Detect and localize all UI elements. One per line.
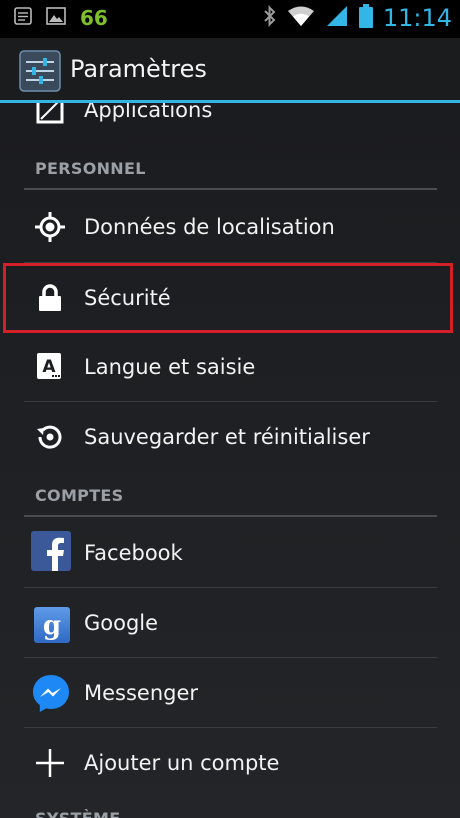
battery-icon [358, 4, 373, 32]
notification-badge: 66 [80, 6, 108, 30]
section-header-comptes: COMPTES [35, 486, 124, 505]
list-item-facebook[interactable]: Facebook [0, 518, 460, 588]
section-header-personnel: PERSONNEL [35, 159, 146, 178]
apps-icon [30, 103, 70, 130]
section-divider [24, 515, 437, 517]
list-item-label: Sauvegarder et réinitialiser [84, 425, 370, 449]
list-item-messenger[interactable]: Messenger [0, 658, 460, 728]
list-item-location[interactable]: Données de localisation [0, 192, 460, 262]
list-item-backup-reset[interactable]: Sauvegarder et réinitialiser [0, 402, 460, 472]
list-item-label: Google [84, 611, 159, 635]
bluetooth-icon [263, 4, 277, 32]
list-item-label: Données de localisation [84, 215, 335, 239]
facebook-icon [31, 531, 71, 571]
list-item-label: Applications [84, 103, 213, 122]
google-icon: g [32, 605, 72, 645]
settings-list[interactable]: Applications PERSONNEL Données de locali… [0, 103, 460, 818]
list-item-language[interactable]: A Langue et saisie [0, 332, 460, 402]
highlight-box [3, 263, 453, 333]
clock: 11:14 [382, 4, 452, 32]
list-item-label: Messenger [84, 681, 199, 705]
settings-app-icon[interactable] [19, 50, 61, 92]
list-item-add-account[interactable]: Ajouter un compte [0, 728, 460, 798]
list-item-google[interactable]: g Google [0, 588, 460, 658]
svg-text:g: g [43, 611, 61, 641]
backup-restore-icon [30, 417, 70, 457]
notification-icon [14, 6, 32, 30]
keyboard-language-icon: A [30, 347, 70, 387]
wifi-icon [287, 5, 315, 31]
status-bar: 66 11:14 [0, 0, 460, 38]
plus-icon [30, 743, 70, 783]
messenger-icon [31, 673, 71, 713]
list-item-label: Ajouter un compte [84, 751, 280, 775]
list-item-label: Facebook [84, 541, 183, 565]
list-item-applications[interactable]: Applications [0, 103, 460, 145]
signal-icon [325, 4, 349, 32]
section-divider [24, 188, 437, 190]
page-title: Paramètres [70, 55, 207, 83]
location-icon [30, 207, 70, 247]
action-bar: Paramètres [0, 38, 460, 102]
image-icon [46, 7, 66, 29]
section-header-systeme: SYSTÈME [35, 809, 120, 818]
list-item-label: Langue et saisie [84, 355, 256, 379]
svg-text:A: A [42, 357, 56, 377]
